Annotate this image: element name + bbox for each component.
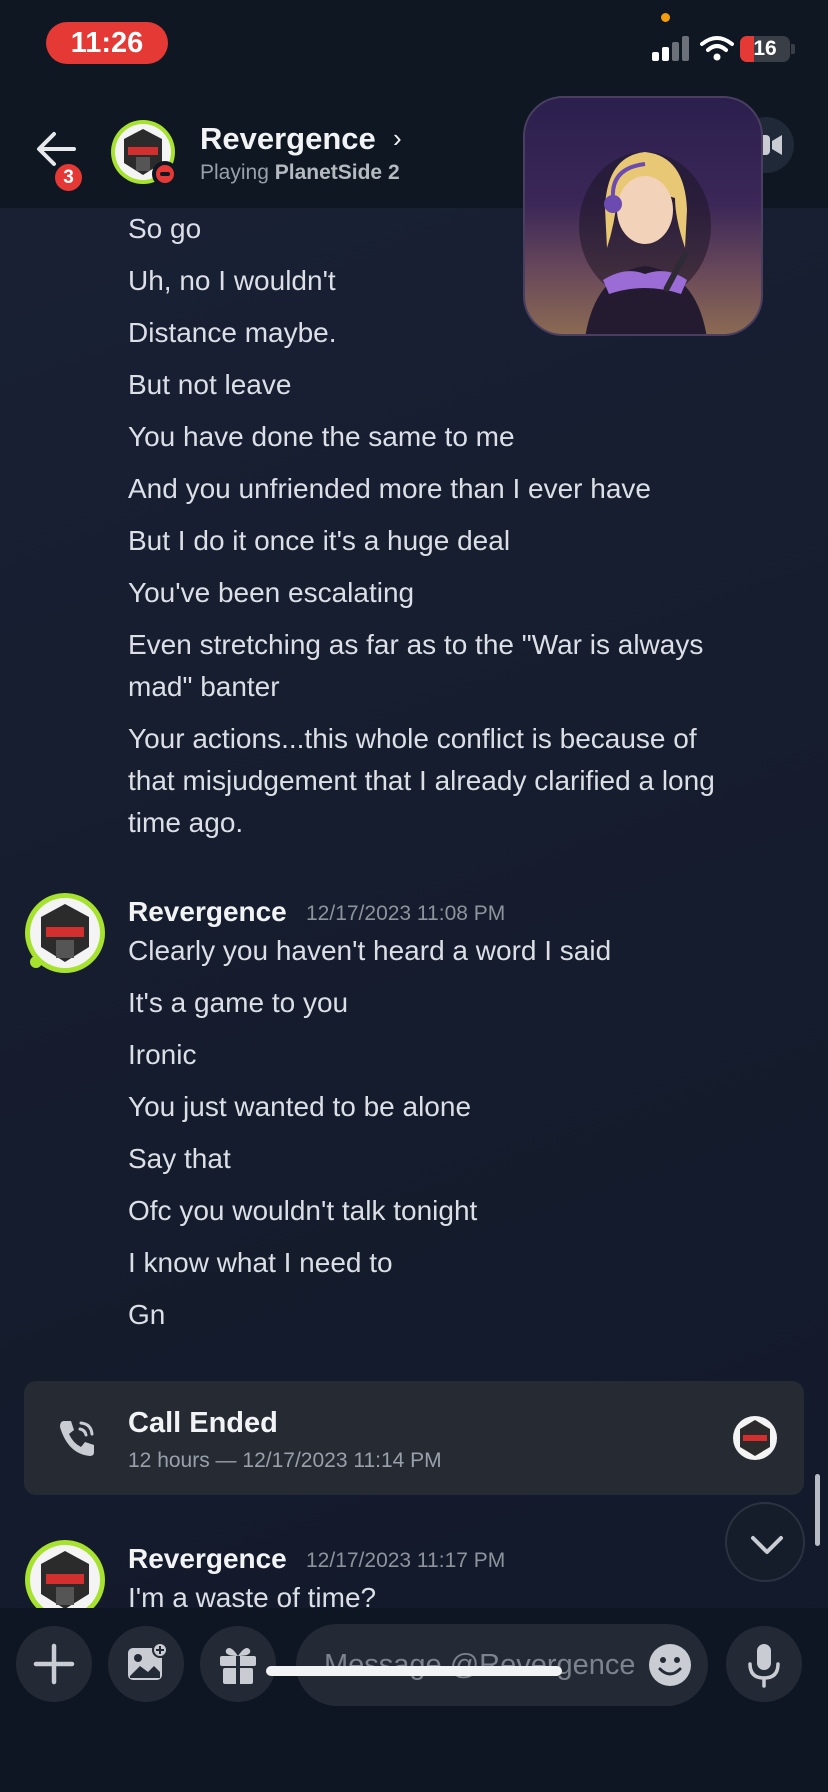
message-avatar[interactable] <box>24 892 106 974</box>
message-line[interactable]: But not leave <box>128 364 291 406</box>
header-activity: Playing PlanetSide 2 <box>200 161 400 185</box>
home-indicator[interactable] <box>266 1666 562 1676</box>
message-line[interactable]: Ironic <box>128 1034 196 1076</box>
message-input[interactable] <box>324 1642 634 1688</box>
phone-icon <box>60 1421 94 1456</box>
voice-message-button[interactable] <box>726 1626 802 1702</box>
call-participant-avatar <box>579 152 711 334</box>
status-bar: 11:26 16 <box>0 0 828 95</box>
message-timestamp: 12/17/2023 11:17 PM <box>306 1549 506 1572</box>
message-line[interactable]: But I do it once it's a huge deal <box>128 520 510 562</box>
call-ended-card[interactable]: Call Ended 12 hours — 12/17/2023 11:14 P… <box>24 1381 804 1495</box>
unread-badge: 3 <box>52 161 85 194</box>
battery-level: 16 <box>753 37 777 60</box>
message-line[interactable]: Say that <box>128 1138 231 1180</box>
message-line[interactable]: You've been escalating <box>128 572 414 614</box>
do-not-disturb-indicator <box>152 161 178 187</box>
message-line[interactable]: Your actions...this whole conflict is be… <box>128 718 697 760</box>
message-line[interactable]: Ofc you wouldn't talk tonight <box>128 1190 477 1232</box>
privacy-indicator-dot <box>661 13 670 22</box>
chevron-down-icon <box>751 1536 783 1554</box>
gallery-button[interactable] <box>108 1626 184 1702</box>
gift-nitro-button[interactable] <box>200 1626 276 1702</box>
scrollbar[interactable] <box>815 1474 820 1546</box>
status-time: 11:26 <box>46 22 168 64</box>
message-line[interactable]: It's a game to you <box>128 982 348 1024</box>
wifi-icon <box>700 36 734 61</box>
message-line[interactable]: You have done the same to me <box>128 416 515 458</box>
chevron-right-icon[interactable]: › <box>393 123 402 154</box>
participant-avatar <box>733 1416 777 1460</box>
message-line[interactable]: Uh, no I wouldn't <box>128 260 336 302</box>
message-author[interactable]: Revergence <box>128 1543 287 1575</box>
message-line[interactable]: And you unfriended more than I ever have <box>128 468 651 510</box>
message-line[interactable]: mad" banter <box>128 666 280 708</box>
message-author[interactable]: Revergence <box>128 896 287 928</box>
header-username[interactable]: Revergence <box>200 121 376 157</box>
message-line[interactable]: I know what I need to <box>128 1242 393 1284</box>
plus-icon <box>33 1643 75 1685</box>
battery-icon: 16 <box>740 36 790 62</box>
jump-to-present-button[interactable] <box>725 1502 805 1582</box>
message-line[interactable]: Clearly you haven't heard a word I said <box>128 930 611 972</box>
message-line[interactable]: So go <box>128 208 201 250</box>
battery-tip <box>791 44 795 54</box>
gift-icon <box>220 1648 256 1684</box>
emoji-icon[interactable] <box>646 1641 694 1689</box>
message-line[interactable]: that misjudgement that I already clarifi… <box>128 760 715 802</box>
call-title: Call Ended <box>128 1407 278 1439</box>
call-subtitle: 12 hours — 12/17/2023 11:14 PM <box>128 1449 442 1472</box>
message-timestamp: 12/17/2023 11:08 PM <box>306 902 506 925</box>
message-composer <box>0 1608 828 1792</box>
message-line[interactable]: I'm a waste of time? <box>128 1577 376 1608</box>
activity-prefix: Playing <box>200 161 269 184</box>
message-line[interactable]: Gn <box>128 1294 165 1336</box>
message-list[interactable]: So go Uh, no I wouldn't Distance maybe. … <box>0 208 828 1608</box>
cellular-signal-icon <box>652 36 690 61</box>
message-input-container <box>296 1624 708 1706</box>
message-line[interactable]: Distance maybe. <box>128 312 337 354</box>
message-avatar[interactable] <box>24 1539 106 1608</box>
image-icon <box>128 1642 168 1680</box>
message-line[interactable]: Even stretching as far as to the "War is… <box>128 624 703 666</box>
add-attachment-button[interactable] <box>16 1626 92 1702</box>
activity-game: PlanetSide 2 <box>274 161 400 184</box>
microphone-icon <box>748 1644 780 1688</box>
message-line[interactable]: time ago. <box>128 802 243 844</box>
call-video-tile[interactable] <box>523 96 763 336</box>
message-line[interactable]: You just wanted to be alone <box>128 1086 471 1128</box>
